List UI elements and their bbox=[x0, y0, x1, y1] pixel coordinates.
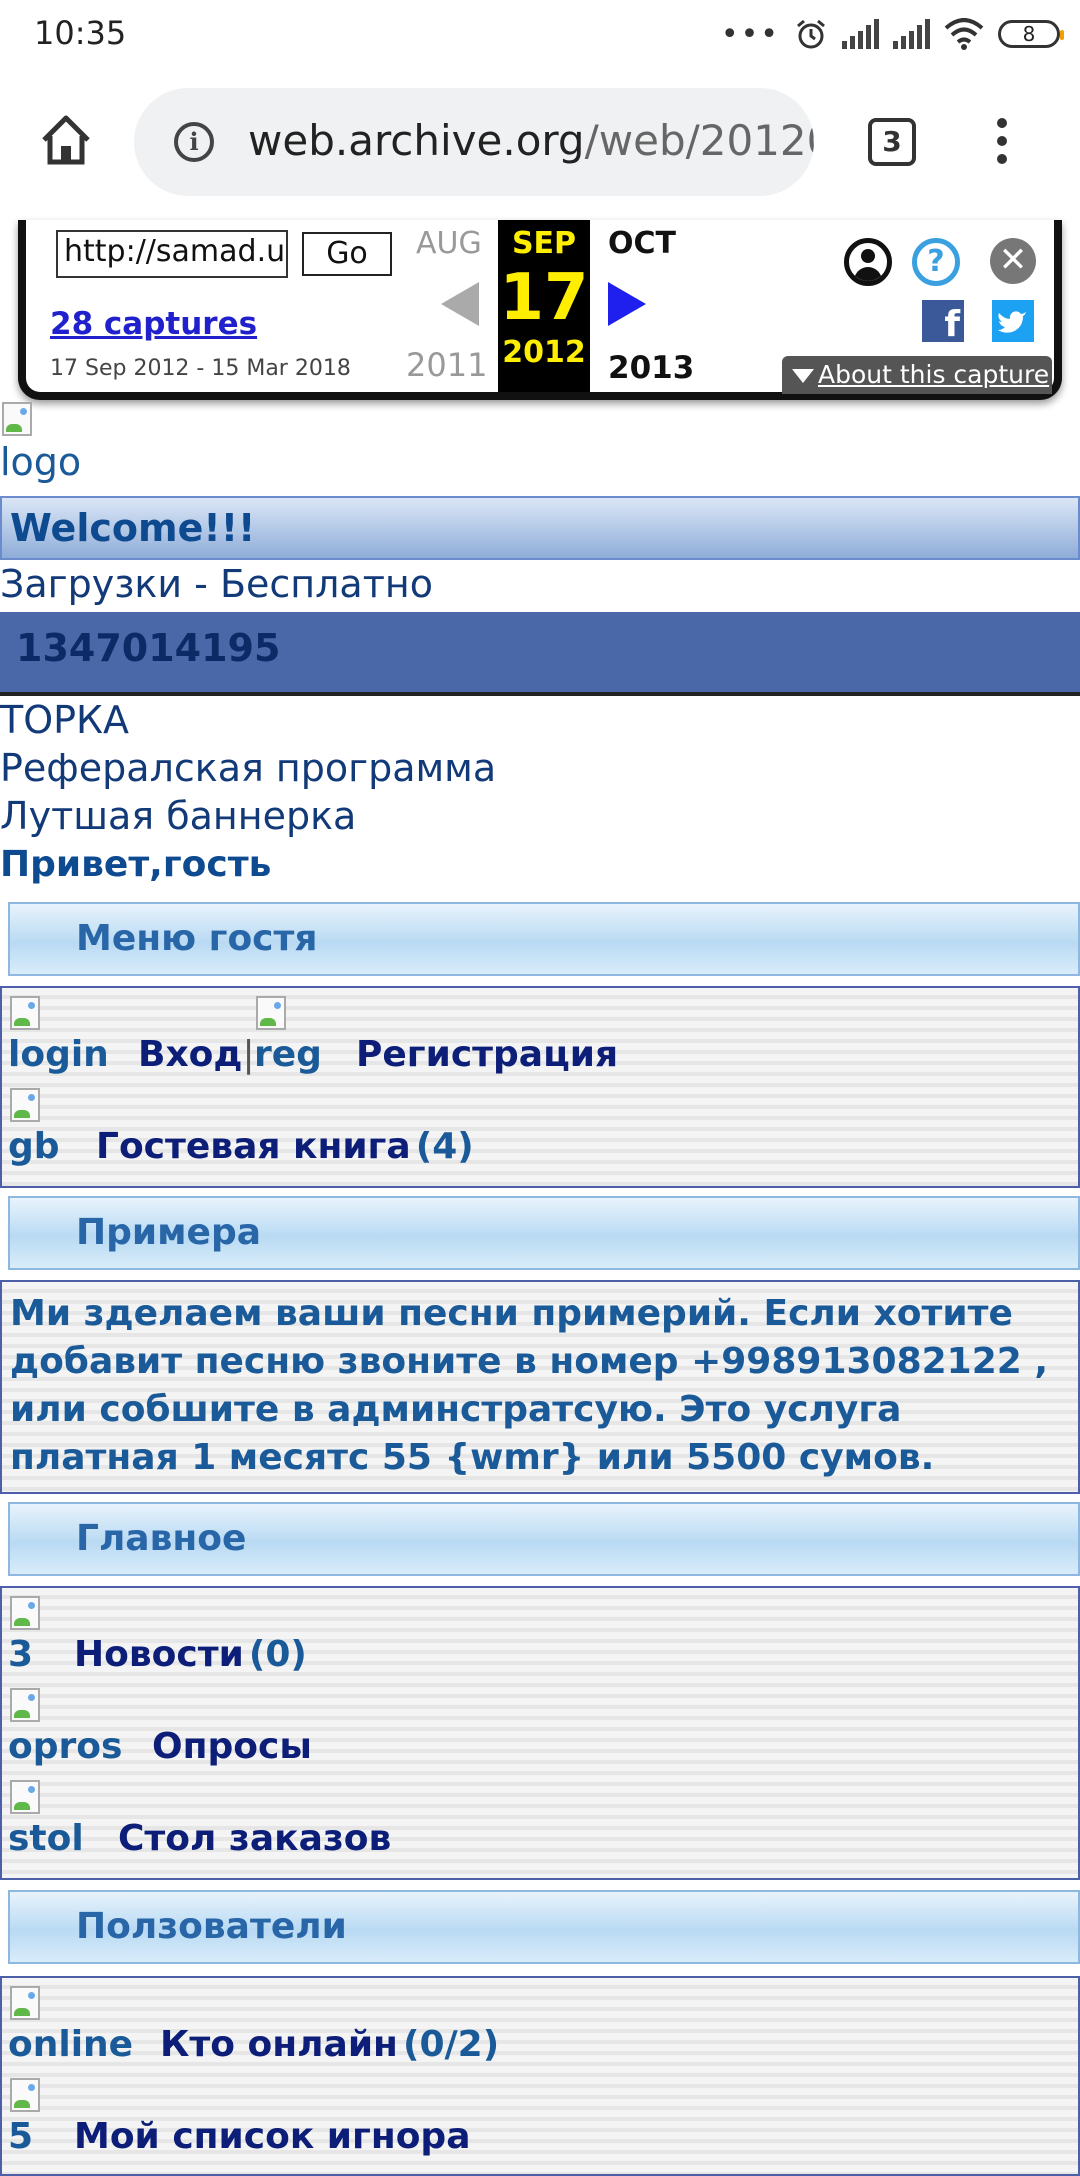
prev-month-label[interactable]: AUG bbox=[416, 226, 482, 261]
ignore-list-link[interactable]: Мой список игнора bbox=[74, 2116, 471, 2157]
current-capture-date: SEP 17 2012 bbox=[498, 220, 590, 392]
close-icon[interactable]: ✕ bbox=[990, 238, 1036, 284]
reg-item[interactable]: reg bbox=[254, 994, 322, 1075]
polls-link[interactable]: Опросы bbox=[152, 1726, 312, 1767]
gb-image-icon bbox=[8, 1086, 52, 1126]
online-image[interactable]: online bbox=[8, 1984, 133, 2065]
login-item[interactable]: login bbox=[8, 994, 109, 1075]
caret-down-icon bbox=[792, 369, 814, 383]
section-users-header: Ползователи bbox=[8, 1890, 1080, 1964]
tab-switcher-button[interactable]: 3 bbox=[868, 118, 916, 166]
alarm-icon bbox=[797, 19, 825, 49]
next-month-label[interactable]: OCT bbox=[608, 226, 676, 261]
opros-image[interactable]: opros bbox=[8, 1686, 122, 1767]
address-bar[interactable]: i web.archive.org/web/20120 bbox=[134, 88, 814, 196]
login-image-icon bbox=[8, 994, 52, 1034]
greeting-text: Привет,гость bbox=[0, 844, 272, 885]
reg-image-icon bbox=[254, 994, 298, 1034]
battery-icon: 8 bbox=[998, 20, 1064, 48]
logo-image: logo bbox=[0, 400, 81, 484]
wayback-url-input[interactable]: http://samad.u bbox=[56, 230, 288, 278]
status-time: 10:35 bbox=[34, 14, 127, 52]
users-box: online Кто онлайн (0/2) 5 Мой список игн… bbox=[0, 1976, 1080, 2176]
status-icons: ••• 8 bbox=[720, 14, 1064, 54]
examples-notice-text: Ми зделаем ваши песни примерий. Если хот… bbox=[10, 1293, 1049, 1478]
login-link[interactable]: Вход| bbox=[138, 1034, 255, 1075]
next-year-label[interactable]: 2013 bbox=[608, 350, 694, 386]
register-link[interactable]: Регистрация bbox=[356, 1034, 618, 1075]
current-day: 17 bbox=[499, 261, 589, 335]
news-image[interactable]: 3 bbox=[8, 1594, 52, 1675]
orders-link[interactable]: Стол заказов bbox=[118, 1818, 391, 1859]
site-info-icon[interactable]: i bbox=[174, 122, 214, 162]
stol-image[interactable]: stol bbox=[8, 1778, 84, 1859]
main-box: 3 Новости (0) opros Опросы stol Стол зак… bbox=[0, 1586, 1080, 1880]
guestbook-item[interactable]: gb bbox=[8, 1086, 60, 1167]
more-notifications-icon: ••• bbox=[720, 16, 780, 52]
news-link[interactable]: Новости (0) bbox=[74, 1634, 307, 1675]
signal-2-icon bbox=[893, 19, 930, 49]
facebook-share-icon[interactable]: f bbox=[922, 300, 964, 342]
captures-link[interactable]: 28 captures bbox=[50, 306, 257, 342]
status-bar: 10:35 ••• 8 bbox=[0, 0, 1080, 66]
welcome-banner: Welcome!!! bbox=[0, 496, 1080, 560]
online-link[interactable]: Кто онлайн (0/2) bbox=[160, 2024, 499, 2065]
link-referral[interactable]: Рефералская программа bbox=[0, 746, 496, 790]
section-examples-header: Примера bbox=[8, 1196, 1080, 1270]
url-text[interactable]: web.archive.org/web/20120 bbox=[248, 116, 814, 165]
online-image-icon bbox=[8, 1984, 52, 2024]
browser-toolbar: i web.archive.org/web/20120 3 bbox=[0, 66, 1080, 220]
wayback-toolbar: http://samad.u Go 28 captures 17 Sep 201… bbox=[18, 220, 1062, 400]
help-icon[interactable]: ? bbox=[912, 238, 960, 286]
downloads-text: Загрузки - Бесплатно bbox=[0, 562, 433, 606]
link-top[interactable]: ТОРКА bbox=[0, 698, 129, 742]
guest-menu-box: login Вход| reg Регистрация gb Гостевая … bbox=[0, 986, 1080, 1188]
logo-alt-text: logo bbox=[0, 440, 82, 484]
counter-banner: 1347014195 bbox=[0, 612, 1080, 696]
next-capture-arrow-icon[interactable] bbox=[608, 282, 646, 326]
ignore-image-icon bbox=[8, 2076, 52, 2116]
prev-capture-arrow-icon[interactable] bbox=[441, 282, 479, 326]
stol-image-icon bbox=[8, 1778, 52, 1818]
news-image-icon bbox=[8, 1594, 52, 1634]
examples-box: Ми зделаем ваши песни примерий. Если хот… bbox=[0, 1280, 1080, 1494]
capture-date-range: 17 Sep 2012 - 15 Mar 2018 bbox=[50, 356, 351, 381]
current-month: SEP bbox=[511, 226, 577, 261]
section-main-header: Главное bbox=[8, 1502, 1080, 1576]
guestbook-link[interactable]: Гостевая книга (4) bbox=[96, 1126, 474, 1167]
user-account-icon[interactable] bbox=[844, 238, 892, 286]
overflow-menu-icon[interactable] bbox=[994, 118, 1010, 168]
wifi-icon bbox=[944, 18, 984, 50]
opros-image-icon bbox=[8, 1686, 52, 1726]
prev-year-label[interactable]: 2011 bbox=[406, 346, 487, 384]
signal-icon bbox=[842, 19, 879, 49]
twitter-share-icon[interactable] bbox=[992, 300, 1034, 342]
link-banner[interactable]: Лутшая баннерка bbox=[0, 794, 356, 838]
wayback-go-button[interactable]: Go bbox=[302, 232, 392, 276]
home-icon[interactable] bbox=[36, 110, 96, 170]
about-capture-button[interactable]: About this capture bbox=[782, 356, 1052, 394]
ignore-image[interactable]: 5 bbox=[8, 2076, 52, 2157]
current-year: 2012 bbox=[502, 335, 586, 370]
section-guest-menu-header: Меню гостя bbox=[8, 902, 1080, 976]
broken-image-icon bbox=[0, 400, 44, 440]
